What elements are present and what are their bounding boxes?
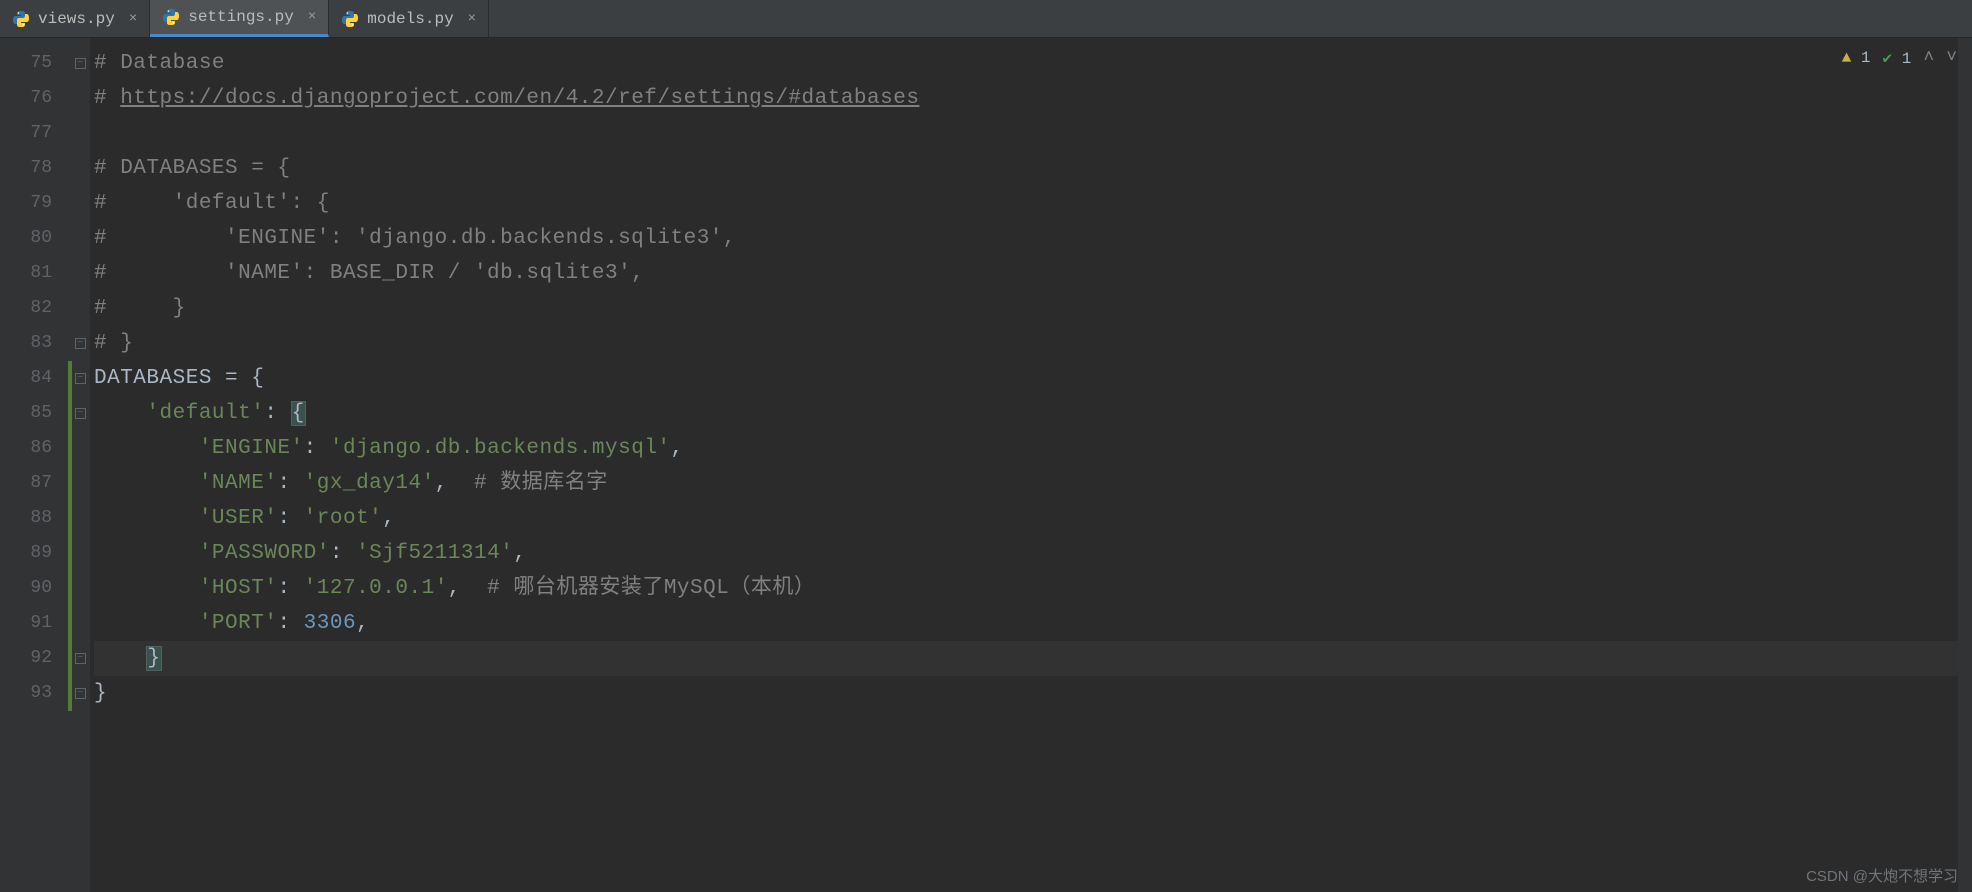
line-number: 75 (0, 46, 52, 81)
fold-marker[interactable] (70, 221, 90, 256)
tab-views[interactable]: views.py × (0, 0, 150, 37)
python-file-icon (12, 10, 30, 28)
tab-label: models.py (367, 10, 453, 28)
fold-marker[interactable] (70, 571, 90, 606)
line-number: 77 (0, 116, 52, 151)
code-line[interactable]: # } (94, 291, 1972, 326)
line-number: 85 (0, 396, 52, 431)
line-number: 93 (0, 676, 52, 711)
watermark: CSDN @大炮不想学习 (1806, 865, 1958, 886)
line-number: 87 (0, 466, 52, 501)
warning-icon: ▲ (1842, 49, 1852, 67)
fold-marker[interactable]: − (70, 676, 90, 711)
line-number: 82 (0, 291, 52, 326)
fold-marker[interactable] (70, 501, 90, 536)
inspection-bar: ▲ 1 ✔ 1 ˄ ˅ (1842, 48, 1957, 68)
code-line[interactable]: # } (94, 326, 1972, 361)
code-line[interactable]: # DATABASES = { (94, 151, 1972, 186)
fold-marker[interactable] (70, 291, 90, 326)
fold-marker[interactable]: − (70, 361, 90, 396)
fold-marker[interactable]: − (70, 641, 90, 676)
fold-marker[interactable] (70, 606, 90, 641)
fold-marker[interactable] (70, 536, 90, 571)
line-number: 90 (0, 571, 52, 606)
code-area[interactable]: ▲ 1 ✔ 1 ˄ ˅ # Database# https://docs.dja… (90, 38, 1972, 892)
editor: 75767778798081828384858687888990919293 −… (0, 38, 1972, 892)
fold-marker[interactable]: − (70, 46, 90, 81)
check-icon: ✔ (1883, 50, 1893, 68)
fold-marker[interactable] (70, 151, 90, 186)
code-line[interactable]: 'USER': 'root', (94, 501, 1972, 536)
chevron-down-icon[interactable]: ˅ (1946, 48, 1957, 68)
code-line[interactable]: # Database (94, 46, 1972, 81)
close-icon[interactable]: × (129, 11, 137, 27)
fold-marker[interactable] (70, 431, 90, 466)
code-line[interactable]: 'PASSWORD': 'Sjf5211314', (94, 536, 1972, 571)
fold-marker[interactable] (70, 81, 90, 116)
fold-gutter[interactable]: −−−−−− (70, 38, 90, 892)
fold-marker[interactable] (70, 466, 90, 501)
code-line[interactable]: } (94, 641, 1972, 676)
tab-label: views.py (38, 10, 115, 28)
close-icon[interactable]: × (468, 11, 476, 27)
code-line[interactable]: 'ENGINE': 'django.db.backends.mysql', (94, 431, 1972, 466)
python-file-icon (162, 8, 180, 26)
code-line[interactable]: 'PORT': 3306, (94, 606, 1972, 641)
code-line[interactable] (94, 116, 1972, 151)
warning-indicator[interactable]: ▲ 1 (1842, 49, 1871, 67)
line-number: 88 (0, 501, 52, 536)
tab-label: settings.py (188, 8, 294, 26)
code-line[interactable]: # 'ENGINE': 'django.db.backends.sqlite3'… (94, 221, 1972, 256)
tab-bar: views.py × settings.py × models.py × (0, 0, 1972, 38)
line-number: 81 (0, 256, 52, 291)
close-icon[interactable]: × (308, 9, 316, 25)
line-number: 89 (0, 536, 52, 571)
fold-marker[interactable] (70, 186, 90, 221)
vcs-change-marker (68, 361, 72, 711)
code-line[interactable]: DATABASES = { (94, 361, 1972, 396)
line-number: 84 (0, 361, 52, 396)
line-number: 76 (0, 81, 52, 116)
code-line[interactable]: # 'default': { (94, 186, 1972, 221)
code-line[interactable]: # https://docs.djangoproject.com/en/4.2/… (94, 81, 1972, 116)
python-file-icon (341, 10, 359, 28)
line-number: 78 (0, 151, 52, 186)
line-number: 91 (0, 606, 52, 641)
fold-marker[interactable]: − (70, 326, 90, 361)
line-number: 86 (0, 431, 52, 466)
code-line[interactable]: 'NAME': 'gx_day14', # 数据库名字 (94, 466, 1972, 501)
line-number: 80 (0, 221, 52, 256)
chevron-up-icon[interactable]: ˄ (1923, 48, 1934, 68)
vertical-scrollbar[interactable] (1958, 38, 1972, 892)
code-line[interactable]: 'default': { (94, 396, 1972, 431)
tab-models[interactable]: models.py × (329, 0, 489, 37)
line-number-gutter[interactable]: 75767778798081828384858687888990919293 (0, 38, 70, 892)
tab-settings[interactable]: settings.py × (150, 0, 329, 37)
line-number: 79 (0, 186, 52, 221)
line-number: 83 (0, 326, 52, 361)
code-line[interactable]: # 'NAME': BASE_DIR / 'db.sqlite3', (94, 256, 1972, 291)
line-number: 92 (0, 641, 52, 676)
fold-marker[interactable] (70, 116, 90, 151)
pass-indicator[interactable]: ✔ 1 (1883, 48, 1912, 68)
fold-marker[interactable]: − (70, 396, 90, 431)
fold-marker[interactable] (70, 256, 90, 291)
code-line[interactable]: 'HOST': '127.0.0.1', # 哪台机器安装了MySQL（本机） (94, 571, 1972, 606)
code-line[interactable]: } (94, 676, 1972, 711)
